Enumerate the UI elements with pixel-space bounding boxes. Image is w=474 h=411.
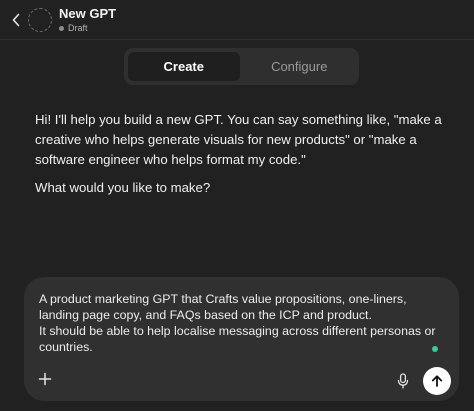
voice-button[interactable] (395, 372, 411, 390)
message-paragraph: What would you like to make? (35, 180, 211, 195)
plus-icon (38, 372, 52, 386)
chevron-left-icon (12, 13, 20, 27)
message-paragraph: Hi! I'll help you build a new GPT. You c… (35, 112, 442, 167)
gpt-title: New GPT (59, 6, 117, 21)
top-bar: New GPT Draft (0, 0, 474, 40)
status-label: Draft (68, 23, 88, 33)
status-dot-icon (59, 25, 64, 31)
message-composer[interactable]: A product marketing GPT that Crafts valu… (24, 277, 459, 401)
gpt-avatar[interactable] (28, 8, 52, 32)
composer-input[interactable]: A product marketing GPT that Crafts valu… (39, 291, 439, 355)
tab-configure[interactable]: Configure (244, 52, 356, 81)
mode-tabs: Create Configure (124, 48, 359, 85)
assistant-message: Hi! I'll help you build a new GPT. You c… (35, 110, 455, 198)
send-button[interactable] (423, 367, 451, 395)
tab-create[interactable]: Create (128, 52, 240, 81)
status-indicator-dot (432, 346, 438, 352)
arrow-up-icon (431, 375, 443, 387)
back-button[interactable] (8, 10, 24, 30)
microphone-icon (397, 373, 409, 389)
draft-status: Draft (59, 23, 88, 33)
attach-button[interactable] (36, 370, 54, 388)
